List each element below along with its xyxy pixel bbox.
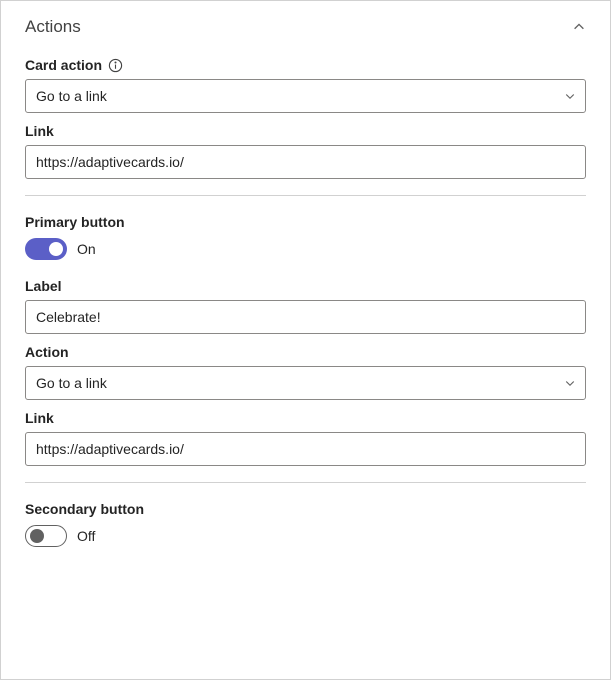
panel-header: Actions bbox=[25, 17, 586, 37]
primary-button-link-field-label: Link bbox=[25, 410, 54, 426]
primary-button-link-label-row: Link bbox=[25, 410, 586, 426]
primary-button-label-field: Label bbox=[25, 278, 586, 334]
card-action-link-label: Link bbox=[25, 123, 54, 139]
card-action-label-row: Card action bbox=[25, 57, 586, 73]
primary-button-link-input[interactable] bbox=[25, 432, 586, 466]
card-action-select-wrap: Go to a link bbox=[25, 79, 586, 113]
primary-button-toggle-label: On bbox=[77, 241, 96, 257]
primary-button-label-row: Label bbox=[25, 278, 586, 294]
card-action-link-label-row: Link bbox=[25, 123, 586, 139]
primary-button-section-label: Primary button bbox=[25, 214, 586, 230]
divider bbox=[25, 195, 586, 196]
card-action-field: Card action Go to a link bbox=[25, 57, 586, 113]
primary-button-toggle[interactable] bbox=[25, 238, 67, 260]
toggle-thumb bbox=[30, 529, 44, 543]
actions-panel: Actions Card action Go to a link Link bbox=[0, 0, 611, 680]
info-icon[interactable] bbox=[108, 58, 123, 73]
secondary-button-section-label: Secondary button bbox=[25, 501, 586, 517]
primary-button-action-select-wrap: Go to a link bbox=[25, 366, 586, 400]
primary-button-label-input[interactable] bbox=[25, 300, 586, 334]
secondary-button-toggle[interactable] bbox=[25, 525, 67, 547]
panel-title: Actions bbox=[25, 17, 81, 37]
primary-button-label-field-label: Label bbox=[25, 278, 62, 294]
card-action-link-input[interactable] bbox=[25, 145, 586, 179]
primary-button-action-field: Action Go to a link bbox=[25, 344, 586, 400]
toggle-thumb bbox=[49, 242, 63, 256]
card-action-link-field: Link bbox=[25, 123, 586, 179]
primary-button-action-label-row: Action bbox=[25, 344, 586, 360]
primary-button-link-field: Link bbox=[25, 410, 586, 466]
collapse-chevron-icon[interactable] bbox=[572, 20, 586, 34]
divider bbox=[25, 482, 586, 483]
secondary-button-toggle-label: Off bbox=[77, 528, 95, 544]
card-action-select[interactable]: Go to a link bbox=[25, 79, 586, 113]
primary-button-action-select[interactable]: Go to a link bbox=[25, 366, 586, 400]
primary-button-action-field-label: Action bbox=[25, 344, 69, 360]
primary-button-toggle-row: On bbox=[25, 238, 586, 260]
card-action-label: Card action bbox=[25, 57, 102, 73]
secondary-button-toggle-row: Off bbox=[25, 525, 586, 547]
